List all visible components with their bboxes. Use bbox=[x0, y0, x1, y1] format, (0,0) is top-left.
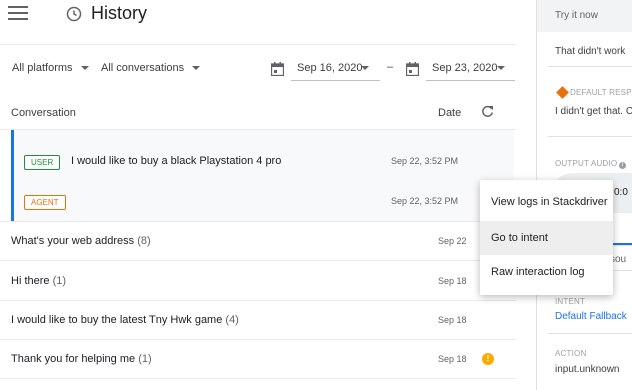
date-from-underline bbox=[291, 80, 380, 81]
row-count: (4) bbox=[225, 314, 239, 326]
platform-filter[interactable]: All platforms bbox=[12, 62, 89, 74]
table-row[interactable]: What's your web address (8) bbox=[11, 235, 151, 247]
date-to-underline bbox=[426, 80, 515, 81]
column-header-conversation: Conversation bbox=[11, 107, 76, 119]
column-header-date: Date bbox=[438, 107, 462, 119]
try-it-now-label[interactable]: Try it now bbox=[555, 10, 598, 21]
row-count: (1) bbox=[138, 353, 152, 365]
expanded-conversation bbox=[11, 130, 514, 221]
warning-icon: ! bbox=[482, 353, 494, 365]
action-value: input.unknown bbox=[555, 364, 620, 375]
calendar-icon[interactable] bbox=[271, 62, 284, 76]
header-divider bbox=[0, 44, 516, 45]
chevron-down-icon bbox=[80, 66, 89, 71]
agent-message-time: Sep 22, 3:52 PM bbox=[391, 196, 459, 206]
conversation-filter[interactable]: All conversations bbox=[101, 62, 201, 74]
row-divider bbox=[0, 339, 516, 340]
chevron-down-icon[interactable] bbox=[361, 66, 369, 70]
date-from-field[interactable]: Sep 16, 2020 bbox=[297, 62, 362, 74]
row-divider bbox=[0, 221, 516, 222]
user-query-text: That didn't work bbox=[555, 46, 626, 57]
date-to-field[interactable]: Sep 23, 2020 bbox=[432, 62, 497, 74]
table-row[interactable]: I would like to buy the latest Tny Hwk g… bbox=[11, 314, 239, 326]
page-title: History bbox=[91, 3, 148, 23]
row-divider bbox=[0, 260, 516, 261]
row-text: Hi there bbox=[11, 275, 50, 287]
row-count: (1) bbox=[52, 275, 67, 287]
intent-label: INTENT bbox=[555, 297, 586, 306]
menu-item-view-logs[interactable]: View logs in Stackdriver bbox=[480, 185, 613, 219]
history-clock-icon bbox=[66, 6, 82, 22]
info-icon: i bbox=[619, 162, 627, 169]
menu-item-raw-log[interactable]: Raw interaction log bbox=[480, 255, 613, 289]
audio-time: 0:0 bbox=[614, 187, 628, 198]
user-message[interactable]: I would like to buy a black Playstation … bbox=[71, 155, 281, 167]
row-text: I would like to buy the latest Tny Hwk g… bbox=[11, 314, 223, 326]
row-divider bbox=[0, 300, 516, 301]
panel-divider-line bbox=[548, 333, 632, 334]
menu-item-go-to-intent[interactable]: Go to intent bbox=[480, 221, 613, 255]
user-badge: USER bbox=[24, 155, 61, 170]
default-response-label: DEFAULT RESP bbox=[570, 88, 632, 97]
table-row[interactable]: Hi there (1) bbox=[11, 275, 66, 287]
panel-divider-line bbox=[548, 136, 632, 137]
platform-filter-label: All platforms bbox=[12, 62, 73, 74]
history-page: History All platforms All conversations … bbox=[0, 0, 632, 390]
menu-icon[interactable] bbox=[8, 6, 28, 24]
chevron-down-icon bbox=[192, 66, 201, 71]
row-divider bbox=[0, 378, 516, 379]
date-range-separator: – bbox=[387, 61, 394, 73]
panel-divider-line bbox=[548, 66, 632, 67]
calendar-icon[interactable] bbox=[406, 62, 419, 76]
chevron-down-icon[interactable] bbox=[497, 66, 505, 70]
row-date: Sep 22 bbox=[438, 236, 467, 246]
conversation-filter-label: All conversations bbox=[101, 62, 185, 74]
table-row[interactable]: Thank you for helping me (1) bbox=[11, 353, 152, 365]
agent-badge: AGENT bbox=[24, 195, 66, 210]
row-count: (8) bbox=[137, 235, 151, 247]
row-date: Sep 18 bbox=[438, 315, 467, 325]
output-audio-label: OUTPUT AUDIO i bbox=[555, 159, 627, 169]
date-from-value: Sep 16, 2020 bbox=[297, 62, 363, 74]
row-text: What's your web address bbox=[11, 235, 135, 247]
default-response-text: I didn't get that. C bbox=[555, 106, 632, 117]
refresh-icon[interactable] bbox=[481, 105, 494, 118]
row-context-menu: View logs in Stackdriver Go to intent Ra… bbox=[480, 180, 613, 295]
user-message-time: Sep 22, 3:52 PM bbox=[391, 156, 459, 166]
date-to-value: Sep 23, 2020 bbox=[432, 62, 498, 74]
output-audio-label-text: OUTPUT AUDIO bbox=[555, 159, 618, 168]
action-label: ACTION bbox=[555, 349, 587, 358]
intent-link[interactable]: Default Fallback bbox=[555, 311, 627, 322]
row-text: Thank you for helping me bbox=[11, 353, 136, 365]
row-date: Sep 18 bbox=[438, 276, 467, 286]
row-date: Sep 18 bbox=[438, 354, 467, 364]
